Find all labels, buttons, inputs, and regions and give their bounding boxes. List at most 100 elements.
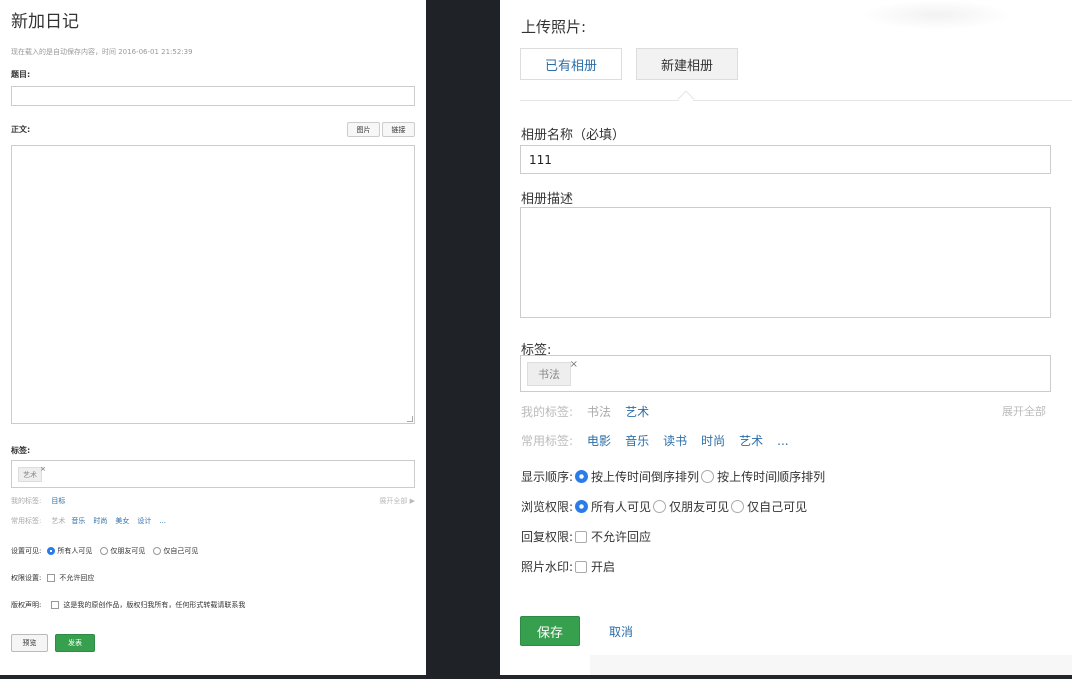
watermark-label: 照片水印: bbox=[521, 560, 574, 574]
preview-button[interactable]: 预览 bbox=[11, 634, 48, 652]
tag-chip-label: 艺术 bbox=[23, 470, 37, 479]
tags-input[interactable]: 艺术 × bbox=[11, 460, 415, 488]
radio-checked-icon[interactable] bbox=[47, 547, 56, 555]
common-tag-used: 艺术 bbox=[51, 517, 66, 525]
page-title: 新加日记 bbox=[11, 12, 79, 32]
checkbox-icon[interactable] bbox=[51, 601, 60, 609]
active-tab-caret bbox=[677, 90, 695, 108]
insert-photo-button[interactable]: 图片 bbox=[347, 122, 380, 137]
view-friends-option[interactable]: 仅朋友可见 bbox=[653, 498, 729, 515]
radio-checked-icon[interactable] bbox=[575, 500, 589, 513]
visibility-friends-option[interactable]: 仅朋友可见 bbox=[100, 546, 145, 556]
radio-icon[interactable] bbox=[153, 547, 162, 555]
no-reply-option[interactable]: 不允许回应 bbox=[575, 528, 651, 545]
insert-link-button[interactable]: 链接 bbox=[382, 122, 415, 137]
body-textarea[interactable] bbox=[11, 145, 415, 424]
common-tag[interactable]: 电影 bbox=[587, 432, 611, 449]
radio-icon[interactable] bbox=[653, 500, 667, 513]
remove-tag-icon[interactable]: × bbox=[40, 465, 46, 473]
my-tags-label: 我的标签: bbox=[521, 405, 574, 419]
more-tags[interactable]: ... bbox=[777, 434, 788, 448]
body-label: 正文: bbox=[11, 125, 31, 134]
common-tag[interactable]: 音乐 bbox=[625, 432, 649, 449]
tab-divider bbox=[520, 100, 1072, 101]
album-name-value: 111 bbox=[529, 153, 552, 167]
common-tag[interactable]: 音乐 bbox=[71, 516, 85, 526]
my-tags-row: 我的标签: 书法 艺术 bbox=[521, 403, 663, 420]
radio-icon[interactable] bbox=[100, 547, 109, 555]
my-tag[interactable]: 目标 bbox=[51, 496, 65, 506]
common-tags-row: 常用标签: 艺术 音乐 时尚 美女 设计 ... bbox=[11, 516, 174, 526]
visibility-everyone-option[interactable]: 所有人可见 bbox=[47, 546, 92, 556]
order-asc-option[interactable]: 按上传时间顺序排列 bbox=[701, 468, 825, 485]
checkbox-icon[interactable] bbox=[575, 530, 588, 543]
autosave-notice: 现在载入的是自动保存内容，时间 2016-06-01 21:52:39 bbox=[11, 48, 193, 56]
checkbox-icon[interactable] bbox=[47, 574, 56, 582]
tab-new-album[interactable]: 新建相册 bbox=[636, 48, 738, 80]
resize-handle[interactable] bbox=[407, 416, 413, 422]
view-self-option[interactable]: 仅自己可见 bbox=[731, 498, 807, 515]
upload-photo-panel: 上传照片: 已有相册 新建相册 相册名称（必填） 111 相册描述 标签: 书法… bbox=[500, 0, 1072, 675]
cancel-link[interactable]: 取消 bbox=[609, 623, 633, 640]
common-tag[interactable]: 艺术 bbox=[739, 432, 763, 449]
tab-existing-album[interactable]: 已有相册 bbox=[520, 48, 622, 80]
album-name-input[interactable]: 111 bbox=[520, 145, 1051, 174]
album-desc-label: 相册描述 bbox=[521, 192, 574, 207]
copyright-label: 版权声明: bbox=[11, 601, 42, 609]
view-permission-label: 浏览权限: bbox=[521, 500, 574, 514]
album-name-label: 相册名称（必填） bbox=[521, 128, 626, 143]
page-title: 上传照片: bbox=[521, 18, 587, 36]
common-tag[interactable]: 时尚 bbox=[701, 432, 725, 449]
background-glow bbox=[862, 0, 1012, 30]
common-tags-row: 常用标签: 电影 音乐 读书 时尚 艺术 ... bbox=[521, 432, 803, 449]
radio-icon[interactable] bbox=[701, 470, 715, 483]
reply-permission-row: 回复权限: 不允许回应 bbox=[521, 528, 653, 545]
remove-tag-icon[interactable]: × bbox=[570, 359, 578, 370]
visibility-row: 设置可见: 所有人可见 仅朋友可见 仅自己可见 bbox=[11, 546, 206, 556]
checkbox-icon[interactable] bbox=[575, 560, 588, 573]
copyright-row: 版权声明: 这是我的原创作品，版权归我所有，任何形式转载请联系我 bbox=[11, 600, 253, 610]
common-tags-label: 常用标签: bbox=[521, 434, 574, 448]
publish-button[interactable]: 发表 bbox=[55, 634, 95, 652]
common-tag[interactable]: 设计 bbox=[137, 516, 151, 526]
album-desc-textarea[interactable] bbox=[520, 207, 1051, 318]
my-tags-label: 我的标签: bbox=[11, 497, 42, 505]
visibility-label: 设置可见: bbox=[11, 547, 42, 555]
tags-input[interactable]: 书法 × bbox=[520, 355, 1051, 392]
subject-label: 题目: bbox=[11, 70, 31, 79]
window-gap bbox=[426, 0, 500, 679]
common-tag[interactable]: 美女 bbox=[115, 516, 129, 526]
tag-chip-label: 书法 bbox=[538, 368, 560, 381]
order-row: 显示顺序: 按上传时间倒序排列 按上传时间顺序排列 bbox=[521, 468, 827, 485]
my-tag-used: 书法 bbox=[587, 405, 612, 419]
tag-chip: 书法 × bbox=[527, 359, 578, 386]
view-everyone-option[interactable]: 所有人可见 bbox=[575, 498, 651, 515]
expand-all-link[interactable]: 展开全部 ▶ bbox=[379, 496, 415, 506]
watermark-row: 照片水印: 开启 bbox=[521, 558, 617, 575]
common-tags-label: 常用标签: bbox=[11, 517, 42, 525]
tags-label: 标签: bbox=[11, 446, 31, 455]
copyright-option[interactable]: 这是我的原创作品，版权归我所有，任何形式转载请联系我 bbox=[51, 600, 245, 610]
view-permission-row: 浏览权限: 所有人可见 仅朋友可见 仅自己可见 bbox=[521, 498, 809, 515]
radio-checked-icon[interactable] bbox=[575, 470, 589, 483]
radio-icon[interactable] bbox=[731, 500, 745, 513]
bottom-shade bbox=[590, 655, 1072, 675]
new-diary-panel: 新加日记 现在载入的是自动保存内容，时间 2016-06-01 21:52:39… bbox=[0, 0, 426, 675]
my-tag[interactable]: 艺术 bbox=[625, 403, 649, 420]
more-tags[interactable]: ... bbox=[159, 517, 166, 525]
permission-row: 权限设置: 不允许回应 bbox=[11, 573, 102, 583]
common-tag[interactable]: 时尚 bbox=[93, 516, 107, 526]
my-tags-row: 我的标签: 目标 bbox=[11, 496, 73, 506]
permission-label: 权限设置: bbox=[11, 574, 42, 582]
common-tag[interactable]: 读书 bbox=[663, 432, 687, 449]
no-reply-option[interactable]: 不允许回应 bbox=[47, 573, 94, 583]
tag-chip: 艺术 × bbox=[18, 465, 46, 482]
order-desc-option[interactable]: 按上传时间倒序排列 bbox=[575, 468, 699, 485]
subject-input[interactable] bbox=[11, 86, 415, 106]
save-button[interactable]: 保存 bbox=[520, 616, 580, 646]
visibility-self-option[interactable]: 仅自己可见 bbox=[153, 546, 198, 556]
reply-permission-label: 回复权限: bbox=[521, 530, 574, 544]
watermark-option[interactable]: 开启 bbox=[575, 558, 615, 575]
order-label: 显示顺序: bbox=[521, 470, 574, 484]
expand-all-link[interactable]: 展开全部 bbox=[1002, 403, 1046, 419]
